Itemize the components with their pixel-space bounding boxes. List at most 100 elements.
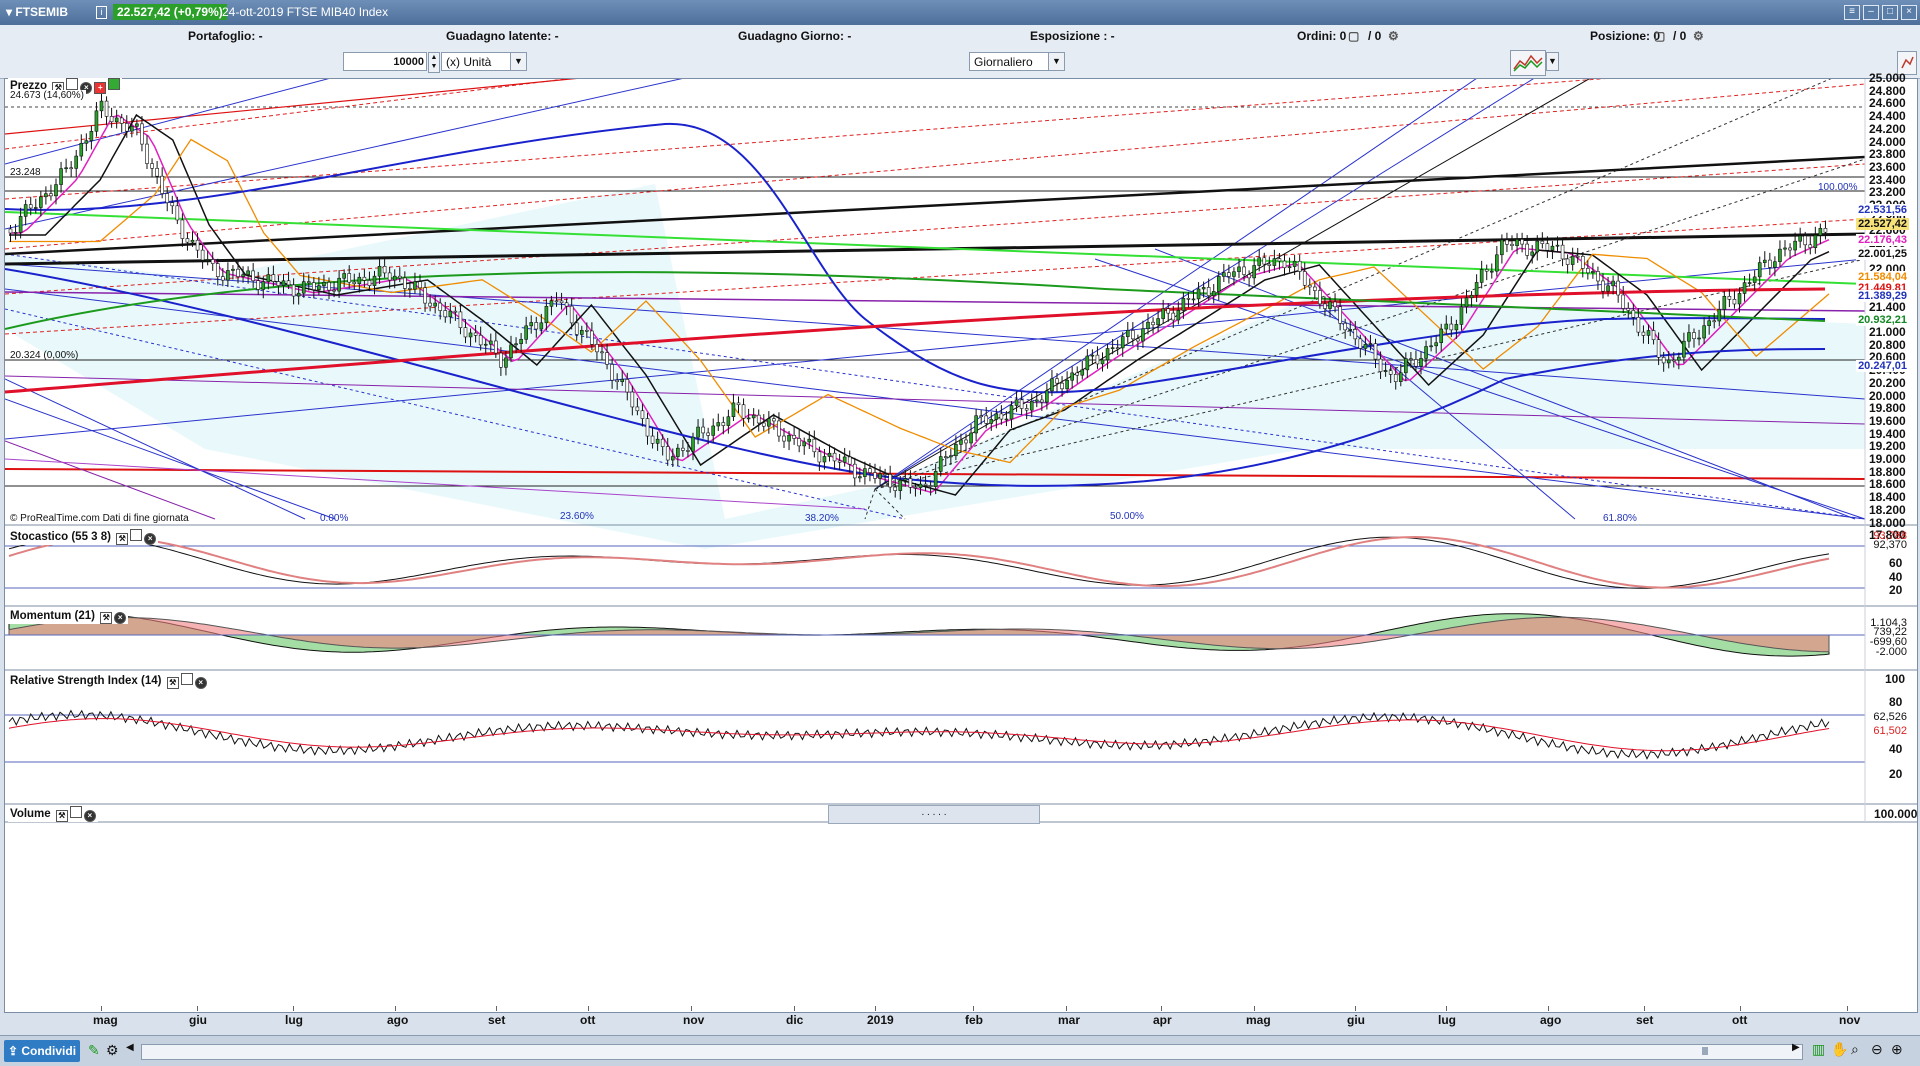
candle-body <box>1747 282 1752 284</box>
candle-body <box>1181 298 1186 311</box>
wrench-icon[interactable]: ⚒ <box>55 810 68 822</box>
candle-body <box>1171 312 1176 321</box>
fib-label: 0.00% <box>320 513 349 524</box>
candle-body <box>49 193 53 197</box>
candle-body <box>1510 243 1514 246</box>
candle-body <box>792 435 796 439</box>
candle-body <box>1060 382 1064 390</box>
candle-body <box>1429 345 1433 348</box>
period-value: Giornaliero <box>974 55 1033 69</box>
candle-body <box>241 274 245 277</box>
candle-body <box>761 422 766 427</box>
candle-body <box>544 306 549 324</box>
add-icon[interactable]: + <box>94 82 107 94</box>
close-icon[interactable]: × <box>1901 5 1917 20</box>
candle-body <box>863 468 867 477</box>
candle-body <box>1166 308 1171 314</box>
scroll-thumb[interactable] <box>1702 1047 1708 1055</box>
menu-icon[interactable]: ≡ <box>1844 5 1860 20</box>
symbol-selector[interactable]: ▾ FTSEMIB <box>6 5 68 19</box>
candle-body <box>1495 254 1499 272</box>
candle-body <box>721 422 726 426</box>
candle-body <box>524 325 528 340</box>
candle-body <box>1762 259 1767 263</box>
candle-body <box>933 471 938 487</box>
candle-body <box>185 238 190 243</box>
candle-body <box>650 435 655 444</box>
time-range-bar[interactable]: . . . . . <box>828 805 1040 824</box>
candle-body <box>1717 309 1722 322</box>
settings-icon[interactable]: ⚙ <box>106 1042 119 1059</box>
info-icon[interactable]: i <box>96 6 107 19</box>
candle-body <box>453 310 458 313</box>
up-icon[interactable] <box>108 78 121 90</box>
close-icon[interactable]: × <box>144 533 157 545</box>
candle-body <box>130 126 134 132</box>
time-axis-tick <box>1740 1006 1741 1011</box>
unit-select[interactable]: (x) Unità ▼ <box>441 52 527 71</box>
maximize-icon[interactable]: □ <box>1882 5 1898 20</box>
close-icon[interactable]: × <box>194 677 207 689</box>
candle-body <box>1398 372 1403 382</box>
scroll-right-icon[interactable]: ▶ <box>1792 1042 1800 1053</box>
chart-type-button[interactable] <box>1510 50 1546 76</box>
candle-body <box>1823 228 1828 233</box>
candle-body <box>382 266 387 274</box>
candle-body <box>681 447 685 451</box>
candle-body <box>1206 287 1211 296</box>
window-icon[interactable] <box>69 806 82 818</box>
share-button[interactable]: ⇪ Condividi <box>4 1040 80 1062</box>
time-axis-tick <box>197 1006 198 1011</box>
price-chart[interactable] <box>5 79 1917 1012</box>
zoom-out-icon[interactable]: ⊖ <box>1871 1041 1883 1058</box>
candle-body <box>473 332 478 336</box>
hand-icon[interactable]: ✋ <box>1831 1041 1848 1058</box>
horizontal-scrollbar[interactable] <box>141 1044 1803 1060</box>
wrench-icon[interactable]: ⚒ <box>116 533 129 545</box>
candle-body <box>1702 325 1706 339</box>
candle-body <box>1146 321 1150 330</box>
scroll-left-icon[interactable]: ◀ <box>126 1042 134 1053</box>
close-icon[interactable]: × <box>114 612 127 624</box>
price-tag: 22.531,56 <box>1856 204 1909 216</box>
drawing-tools-icon[interactable]: ✎ <box>88 1042 100 1059</box>
candle-body <box>1014 399 1019 406</box>
candle-body <box>908 478 913 488</box>
chart-type-dropdown[interactable]: ▼ <box>1546 52 1559 71</box>
window-icon[interactable] <box>66 78 79 90</box>
position-icon[interactable]: ▢ <box>1654 29 1665 43</box>
candle-body <box>1388 370 1393 375</box>
close-icon[interactable]: × <box>83 810 96 822</box>
candle-body <box>913 486 918 489</box>
window-icon[interactable] <box>180 673 193 685</box>
time-axis-tick <box>1644 1006 1645 1011</box>
minimize-icon[interactable]: – <box>1863 5 1879 20</box>
period-select[interactable]: Giornaliero ▼ <box>969 52 1065 71</box>
candle-body <box>155 167 159 177</box>
position-settings-icon[interactable]: ⚙ <box>1693 29 1704 43</box>
candle-body <box>1393 374 1398 382</box>
orders-icon[interactable]: ▢ <box>1348 29 1359 43</box>
candle-body <box>1535 240 1540 253</box>
wrench-icon[interactable]: ⚒ <box>100 612 113 624</box>
candle-body <box>342 273 346 279</box>
wrench-icon[interactable]: ⚒ <box>166 677 179 689</box>
zoom-area-icon[interactable]: ⌕ <box>1851 1041 1859 1058</box>
zoom-in-icon[interactable]: ⊕ <box>1891 1041 1903 1058</box>
candle-body <box>736 402 741 406</box>
window-icon[interactable] <box>130 529 143 541</box>
chart-icon[interactable]: ▥ <box>1812 1041 1825 1058</box>
candle-body <box>1252 265 1256 279</box>
candle-body <box>954 444 958 457</box>
candle-body <box>94 110 99 132</box>
time-axis-label: ott <box>1732 1013 1748 1027</box>
orders-settings-icon[interactable]: ⚙ <box>1388 29 1399 43</box>
candle-body <box>1358 338 1363 349</box>
candle-body <box>1161 308 1165 319</box>
quantity-input[interactable]: 10000 <box>343 52 427 71</box>
chart-area[interactable]: Prezzo ⚒ × + 24.673 (14,60%) 23.248 20.324… <box>4 71 1918 1027</box>
price-tag: 22.527,42 <box>1856 218 1909 230</box>
candle-body <box>1530 251 1535 256</box>
quantity-stepper[interactable]: ▲ ▼ <box>428 52 440 73</box>
candle-body <box>665 446 670 461</box>
